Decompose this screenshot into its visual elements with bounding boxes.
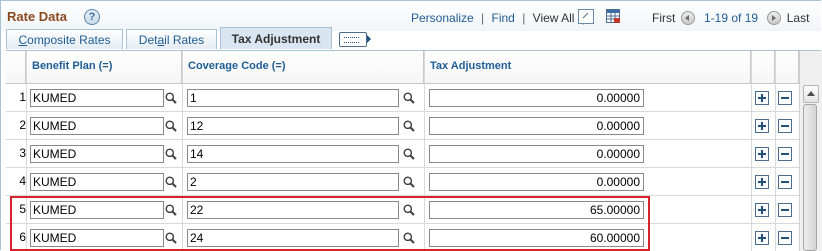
vertical-scrollbar[interactable] bbox=[799, 51, 822, 251]
last-label: Last bbox=[786, 11, 810, 25]
tax-adjustment-field[interactable]: 65.00000 bbox=[429, 201, 644, 219]
magnifier-icon[interactable] bbox=[403, 148, 415, 160]
magnifier-icon[interactable] bbox=[165, 232, 177, 244]
tab-detail-rates[interactable]: Detail Rates bbox=[126, 29, 217, 49]
table-row: 3 KUMED 14 0.00000 bbox=[6, 140, 799, 168]
column-header-tax-adjustment[interactable]: Tax Adjustment bbox=[424, 51, 751, 84]
magnifier-icon[interactable] bbox=[403, 92, 415, 104]
add-row-icon[interactable] bbox=[755, 91, 769, 105]
tax-adjustment-grid: Benefit Plan (=) Coverage Code (=) Tax A… bbox=[6, 50, 822, 251]
coverage-code-field[interactable]: 12 bbox=[187, 117, 399, 135]
add-row-icon[interactable] bbox=[755, 175, 769, 189]
find-link[interactable]: Find bbox=[492, 11, 515, 25]
personalize-link[interactable]: Personalize bbox=[411, 11, 474, 25]
tax-adjustment-field[interactable]: 0.00000 bbox=[429, 173, 644, 191]
tax-adjustment-field[interactable]: 0.00000 bbox=[429, 117, 644, 135]
coverage-code-field[interactable]: 1 bbox=[187, 89, 399, 107]
tax-adjustment-field[interactable]: 0.00000 bbox=[429, 89, 644, 107]
row-number: 5 bbox=[19, 202, 26, 216]
pager: First 1-19 of 19 Last bbox=[652, 11, 809, 25]
row-number: 1 bbox=[19, 90, 26, 104]
benefit-plan-field[interactable]: KUMED bbox=[30, 145, 164, 163]
column-header-benefit-plan[interactable]: Benefit Plan (=) bbox=[26, 51, 182, 84]
benefit-plan-field[interactable]: KUMED bbox=[30, 229, 164, 247]
row-number: 2 bbox=[19, 118, 26, 132]
grid-links: Personalize | Find | View All | bbox=[411, 11, 589, 25]
rownum-header bbox=[6, 51, 26, 84]
delete-column-header bbox=[775, 51, 799, 84]
magnifier-icon[interactable] bbox=[165, 120, 177, 132]
coverage-code-field[interactable]: 14 bbox=[187, 145, 399, 163]
page-title: Rate Data bbox=[7, 9, 67, 24]
scroll-up-arrow-icon[interactable] bbox=[803, 85, 819, 103]
benefit-plan-field[interactable]: KUMED bbox=[30, 117, 164, 135]
tax-adjustment-field[interactable]: 60.00000 bbox=[429, 229, 644, 247]
magnifier-icon[interactable] bbox=[403, 204, 415, 216]
grid-download-icon[interactable] bbox=[606, 9, 620, 23]
table-row: 2 KUMED 12 0.00000 bbox=[6, 112, 799, 140]
row-number: 6 bbox=[19, 230, 26, 244]
table-row: 4 KUMED 2 0.00000 bbox=[6, 168, 799, 196]
tab-label: Tax Adjustment bbox=[231, 32, 321, 46]
link-separator: | bbox=[481, 11, 485, 25]
link-separator: | bbox=[522, 11, 526, 25]
show-all-columns-icon[interactable] bbox=[339, 32, 371, 47]
benefit-plan-field[interactable]: KUMED bbox=[30, 173, 164, 191]
magnifier-icon[interactable] bbox=[165, 204, 177, 216]
delete-row-icon[interactable] bbox=[778, 147, 792, 161]
coverage-code-field[interactable]: 24 bbox=[187, 229, 399, 247]
magnifier-icon[interactable] bbox=[165, 148, 177, 160]
add-column-header bbox=[751, 51, 775, 84]
delete-row-icon[interactable] bbox=[778, 231, 792, 245]
benefit-plan-field[interactable]: KUMED bbox=[30, 89, 164, 107]
zoom-icon[interactable] bbox=[578, 9, 594, 24]
table-row: 1 KUMED 1 0.00000 bbox=[6, 84, 799, 112]
tab-accesskey: C bbox=[18, 33, 28, 47]
coverage-code-field[interactable]: 22 bbox=[187, 201, 399, 219]
magnifier-icon[interactable] bbox=[403, 120, 415, 132]
add-row-icon[interactable] bbox=[755, 119, 769, 133]
tab-label: il Rates bbox=[164, 33, 205, 47]
delete-row-icon[interactable] bbox=[778, 91, 792, 105]
next-page-icon[interactable] bbox=[767, 11, 782, 25]
coverage-code-field[interactable]: 2 bbox=[187, 173, 399, 191]
row-number: 3 bbox=[19, 146, 26, 160]
delete-row-icon[interactable] bbox=[778, 119, 792, 133]
benefit-plan-field[interactable]: KUMED bbox=[30, 201, 164, 219]
tab-label: Det bbox=[138, 33, 158, 47]
tab-tax-adjustment[interactable]: Tax Adjustment bbox=[220, 27, 332, 49]
add-row-icon[interactable] bbox=[755, 203, 769, 217]
add-row-icon[interactable] bbox=[755, 231, 769, 245]
tab-label: omposite Rates bbox=[27, 33, 111, 47]
table-row: 6 KUMED 24 60.00000 bbox=[6, 224, 799, 251]
scroll-thumb[interactable] bbox=[803, 104, 817, 251]
magnifier-icon[interactable] bbox=[403, 232, 415, 244]
grid-header: Rate Data ? Personalize | Find | View Al… bbox=[1, 1, 821, 31]
table-row: 5 KUMED 22 65.00000 bbox=[6, 196, 799, 224]
column-header-coverage-code[interactable]: Coverage Code (=) bbox=[182, 51, 424, 84]
tax-adjustment-field[interactable]: 0.00000 bbox=[429, 145, 644, 163]
first-label: First bbox=[652, 11, 676, 25]
view-all-link[interactable]: View All bbox=[533, 11, 575, 25]
magnifier-icon[interactable] bbox=[165, 92, 177, 104]
magnifier-icon[interactable] bbox=[403, 176, 415, 188]
delete-row-icon[interactable] bbox=[778, 175, 792, 189]
magnifier-icon[interactable] bbox=[165, 176, 177, 188]
add-row-icon[interactable] bbox=[755, 147, 769, 161]
rate-data-panel: Rate Data ? Personalize | Find | View Al… bbox=[0, 0, 822, 251]
row-range: 1-19 of 19 bbox=[704, 11, 759, 25]
tab-composite-rates[interactable]: Composite Rates bbox=[6, 29, 123, 49]
help-icon[interactable]: ? bbox=[84, 9, 100, 25]
delete-row-icon[interactable] bbox=[778, 203, 792, 217]
previous-page-icon[interactable] bbox=[680, 11, 695, 25]
row-number: 4 bbox=[19, 174, 26, 188]
